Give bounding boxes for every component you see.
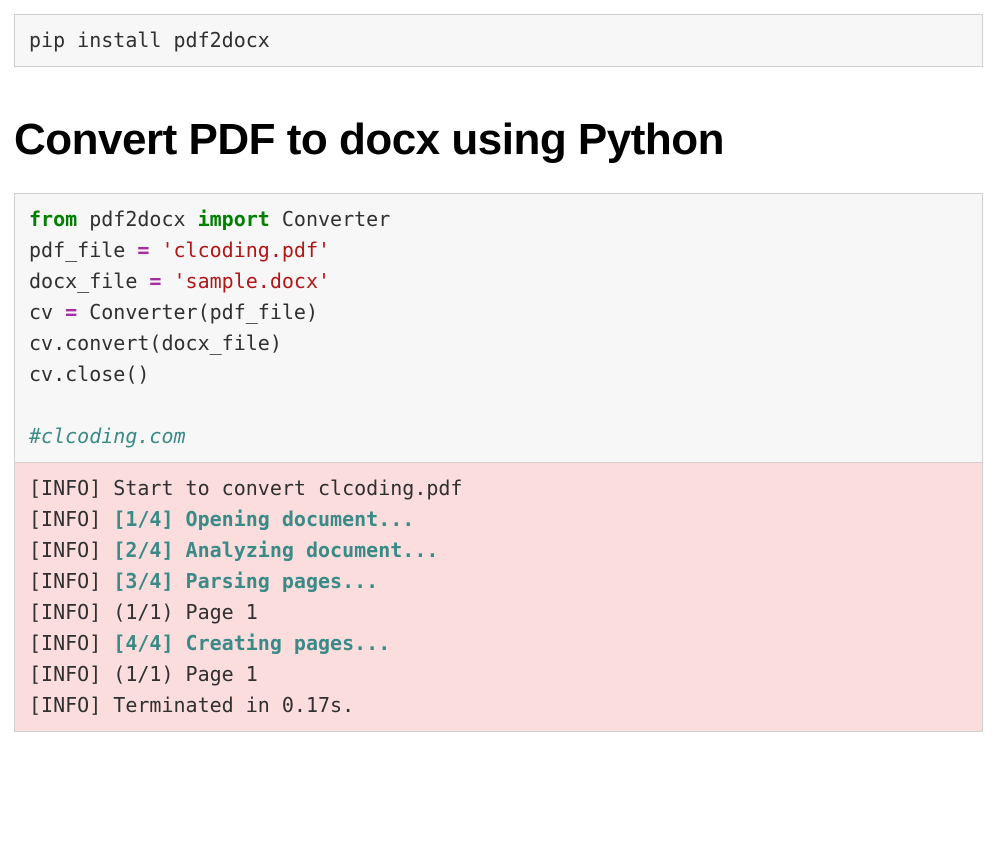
code-line: cv.close() bbox=[29, 362, 149, 386]
code-line: cv = Converter(pdf_file) bbox=[29, 300, 318, 324]
section-heading: Convert PDF to docx using Python bbox=[14, 115, 983, 165]
code-text: Converter(pdf_file) bbox=[77, 300, 318, 324]
code-line: docx_file = 'sample.docx' bbox=[29, 269, 330, 293]
output-cell: [INFO] Start to convert clcoding.pdf [IN… bbox=[14, 463, 983, 732]
step-progress: [1/4] Opening document... bbox=[113, 507, 414, 531]
output-line: [INFO] [4/4] Creating pages... bbox=[29, 631, 390, 655]
string-literal: 'clcoding.pdf' bbox=[161, 238, 330, 262]
output-line: [INFO] [1/4] Opening document... bbox=[29, 507, 414, 531]
step-progress: [4/4] Creating pages... bbox=[113, 631, 390, 655]
output-line: [INFO] (1/1) Page 1 bbox=[29, 662, 258, 686]
code-text: pdf_file bbox=[29, 238, 137, 262]
code-comment: #clcoding.com bbox=[29, 424, 186, 448]
output-text: [INFO] bbox=[29, 538, 113, 562]
code-text bbox=[161, 269, 173, 293]
output-text: [INFO] bbox=[29, 569, 113, 593]
step-progress: [3/4] Parsing pages... bbox=[113, 569, 378, 593]
code-text bbox=[149, 238, 161, 262]
output-line: [INFO] [2/4] Analyzing document... bbox=[29, 538, 438, 562]
operator: = bbox=[65, 300, 77, 324]
output-line: [INFO] Terminated in 0.17s. bbox=[29, 693, 354, 717]
output-line: [INFO] Start to convert clcoding.pdf bbox=[29, 476, 462, 500]
code-text: docx_file bbox=[29, 269, 149, 293]
code-cell-main: from pdf2docx import Converter pdf_file … bbox=[14, 193, 983, 463]
class-name: Converter bbox=[270, 207, 390, 231]
code-line: cv.convert(docx_file) bbox=[29, 331, 282, 355]
code-text: cv bbox=[29, 300, 65, 324]
output-text: [INFO] bbox=[29, 507, 113, 531]
code-line: pdf_file = 'clcoding.pdf' bbox=[29, 238, 330, 262]
code-line: from pdf2docx import Converter bbox=[29, 207, 390, 231]
output-line: [INFO] (1/1) Page 1 bbox=[29, 600, 258, 624]
output-line: [INFO] [3/4] Parsing pages... bbox=[29, 569, 378, 593]
code-cell-install: pip install pdf2docx bbox=[14, 14, 983, 67]
keyword-from: from bbox=[29, 207, 77, 231]
string-literal: 'sample.docx' bbox=[174, 269, 331, 293]
step-progress: [2/4] Analyzing document... bbox=[113, 538, 438, 562]
output-text: [INFO] bbox=[29, 631, 113, 655]
operator: = bbox=[149, 269, 161, 293]
code-line: pip install pdf2docx bbox=[29, 28, 270, 52]
operator: = bbox=[137, 238, 149, 262]
keyword-import: import bbox=[198, 207, 270, 231]
module-name: pdf2docx bbox=[77, 207, 197, 231]
